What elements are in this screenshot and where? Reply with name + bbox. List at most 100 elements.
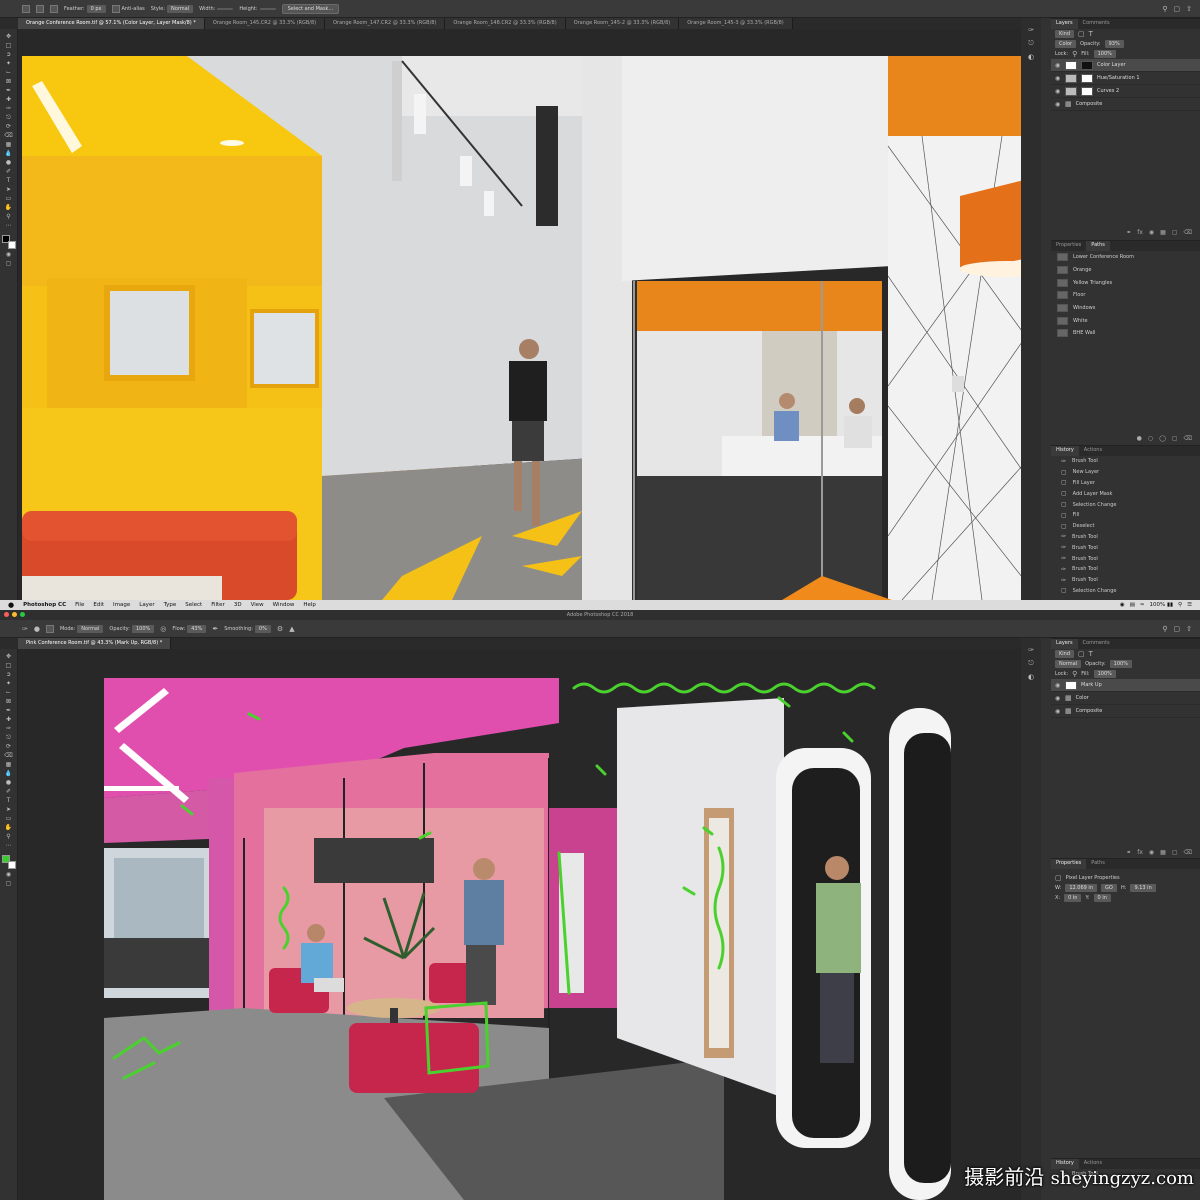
- tab-paths[interactable]: Paths: [1086, 241, 1110, 251]
- tab-comments[interactable]: Comments: [1078, 19, 1115, 29]
- history-item[interactable]: ▢ Fill: [1051, 510, 1200, 521]
- blend-mode-select[interactable]: Normal: [1055, 660, 1082, 668]
- layer-row[interactable]: ◉ Curves 2: [1051, 85, 1200, 98]
- eyedropper-tool-icon[interactable]: ✒: [4, 707, 14, 714]
- visibility-eye-icon[interactable]: ◉: [1055, 62, 1061, 69]
- trash-icon[interactable]: ⌫: [1184, 849, 1192, 856]
- tab-actions[interactable]: Actions: [1079, 446, 1107, 456]
- shape-tool-icon[interactable]: ▭: [4, 815, 14, 822]
- blur-tool-icon[interactable]: 💧: [4, 770, 14, 777]
- mask-icon[interactable]: ◉: [1149, 229, 1154, 236]
- tab-orange-room-145-2[interactable]: Orange Room_145-2 @ 33.3% (RGB/8): [565, 18, 680, 29]
- path-item[interactable]: Floor: [1051, 289, 1200, 302]
- crop-tool-icon[interactable]: ⌙: [4, 69, 14, 76]
- brush-settings-icon[interactable]: ✑: [1028, 26, 1034, 34]
- brush-size-icon[interactable]: ●: [34, 625, 40, 633]
- layer-filter-kind[interactable]: Kind: [1055, 30, 1075, 38]
- move-tool-icon[interactable]: ✥: [4, 653, 14, 660]
- history-item[interactable]: ✑ Brush Tool: [1051, 456, 1200, 467]
- history-item[interactable]: ▢ Add Layer Mask: [1051, 488, 1200, 499]
- opacity-field[interactable]: 93%: [1104, 40, 1124, 48]
- eraser-tool-icon[interactable]: ⌫: [4, 752, 14, 759]
- menu-image[interactable]: Image: [113, 602, 130, 608]
- clone-source-icon[interactable]: ⎋: [1028, 39, 1034, 48]
- menu-edit[interactable]: Edit: [93, 602, 104, 608]
- zoom-window-button[interactable]: [20, 612, 25, 617]
- canvas-area[interactable]: [18, 649, 1040, 1200]
- quick-mask-icon[interactable]: ◉: [4, 871, 14, 878]
- quick-select-tool-icon[interactable]: ✦: [4, 680, 14, 687]
- minimize-window-button[interactable]: [12, 612, 17, 617]
- history-item[interactable]: ▢ Deselect: [1051, 521, 1200, 532]
- crop-tool-icon[interactable]: ⌙: [4, 689, 14, 696]
- color-swatches[interactable]: [1, 235, 16, 249]
- opacity-field[interactable]: 100%: [1109, 660, 1132, 668]
- close-window-button[interactable]: [4, 612, 9, 617]
- brush-settings-icon[interactable]: ✑: [1028, 646, 1034, 654]
- smoothing-option[interactable]: Smoothing: 0%: [224, 624, 271, 633]
- search-icon[interactable]: ⚲: [1178, 602, 1182, 608]
- flow-option[interactable]: Flow: 43%: [172, 624, 207, 633]
- blur-tool-icon[interactable]: 💧: [4, 150, 14, 157]
- gradient-tool-icon[interactable]: ▦: [4, 141, 14, 148]
- clipboard-icon[interactable]: ▤: [1130, 602, 1135, 608]
- layer-row[interactable]: ◉ ▦ Composite: [1051, 98, 1200, 111]
- pen-tool-icon[interactable]: ✐: [4, 168, 14, 175]
- menu-help[interactable]: Help: [303, 602, 316, 608]
- go-button[interactable]: GO: [1101, 884, 1117, 892]
- brush-tool-icon[interactable]: ✑: [4, 725, 14, 732]
- menu-layer[interactable]: Layer: [139, 602, 154, 608]
- mode-option[interactable]: Mode: Normal: [60, 624, 104, 633]
- path-item[interactable]: Yellow Triangles: [1051, 276, 1200, 289]
- airbrush-icon[interactable]: ✒: [212, 625, 218, 633]
- type-tool-icon[interactable]: T: [4, 797, 14, 804]
- menu-app-name[interactable]: Photoshop CC: [23, 602, 66, 608]
- adjustments-icon[interactable]: ◐: [1028, 673, 1034, 681]
- hand-tool-icon[interactable]: ✋: [4, 204, 14, 211]
- hand-tool-icon[interactable]: ✋: [4, 824, 14, 831]
- link-icon[interactable]: ⚭: [1126, 229, 1131, 236]
- dodge-tool-icon[interactable]: ●: [4, 779, 14, 786]
- workspace-icon[interactable]: ▢: [1174, 625, 1181, 633]
- canvas-area[interactable]: [18, 29, 1040, 600]
- tab-orange-room-145[interactable]: Orange Room_145.CR2 @ 33.3% (RGB/8): [204, 18, 326, 29]
- history-item[interactable]: ▢ Fill Layer: [1051, 478, 1200, 489]
- path-select-tool-icon[interactable]: ➤: [4, 806, 14, 813]
- path-item[interactable]: Lower Conference Room: [1051, 251, 1200, 264]
- zoom-tool-icon[interactable]: ⚲: [4, 213, 14, 220]
- menu-window[interactable]: Window: [273, 602, 295, 608]
- menu-view[interactable]: View: [251, 602, 264, 608]
- path-item[interactable]: Orange: [1051, 264, 1200, 277]
- screen-mode-icon[interactable]: ▢: [4, 880, 14, 887]
- opacity-option[interactable]: Opacity: 100%: [109, 624, 155, 633]
- workspace-icon[interactable]: ▢: [1174, 5, 1181, 13]
- more-tools-icon[interactable]: ⋯: [4, 222, 14, 229]
- layer-row[interactable]: ◉ Mark Up: [1051, 679, 1200, 692]
- background-color[interactable]: [7, 861, 16, 869]
- delete-path-icon[interactable]: ⌫: [1184, 435, 1192, 442]
- healing-tool-icon[interactable]: ✚: [4, 96, 14, 103]
- tab-orange-room-145-3[interactable]: Orange Room_145-3 @ 33.3% (RGB/8): [679, 18, 793, 29]
- tab-comments[interactable]: Comments: [1078, 639, 1115, 649]
- width-field[interactable]: 12.069 in: [1065, 884, 1097, 892]
- new-group-icon[interactable]: ▦: [1160, 229, 1166, 236]
- lock-icon[interactable]: ⚲: [1072, 670, 1077, 678]
- screen-mode-icon[interactable]: ▢: [4, 260, 14, 267]
- visibility-eye-icon[interactable]: ◉: [1055, 695, 1061, 702]
- tab-orange-room-147[interactable]: Orange Room_147.CR2 @ 33.3% (RGB/8): [325, 18, 446, 29]
- feather-option[interactable]: Feather: 0 px: [64, 4, 106, 13]
- apple-icon[interactable]: ●: [8, 601, 14, 609]
- adjustments-icon[interactable]: ◐: [1028, 53, 1034, 61]
- link-icon[interactable]: ⚭: [1126, 849, 1131, 856]
- path-item[interactable]: Windows: [1051, 302, 1200, 315]
- filter-type-icon[interactable]: T: [1089, 650, 1093, 658]
- style-option[interactable]: Style: Normal: [151, 4, 194, 13]
- menu-select[interactable]: Select: [185, 602, 202, 608]
- layer-filter-kind[interactable]: Kind: [1055, 650, 1075, 658]
- width-option[interactable]: Width:: [199, 6, 234, 12]
- subtract-selection-icon[interactable]: [50, 4, 58, 13]
- history-item[interactable]: ✑ Brush Tool: [1051, 542, 1200, 553]
- add-selection-icon[interactable]: [36, 4, 44, 13]
- tab-layers[interactable]: Layers: [1051, 639, 1078, 649]
- camera-icon[interactable]: ◉: [1120, 602, 1125, 608]
